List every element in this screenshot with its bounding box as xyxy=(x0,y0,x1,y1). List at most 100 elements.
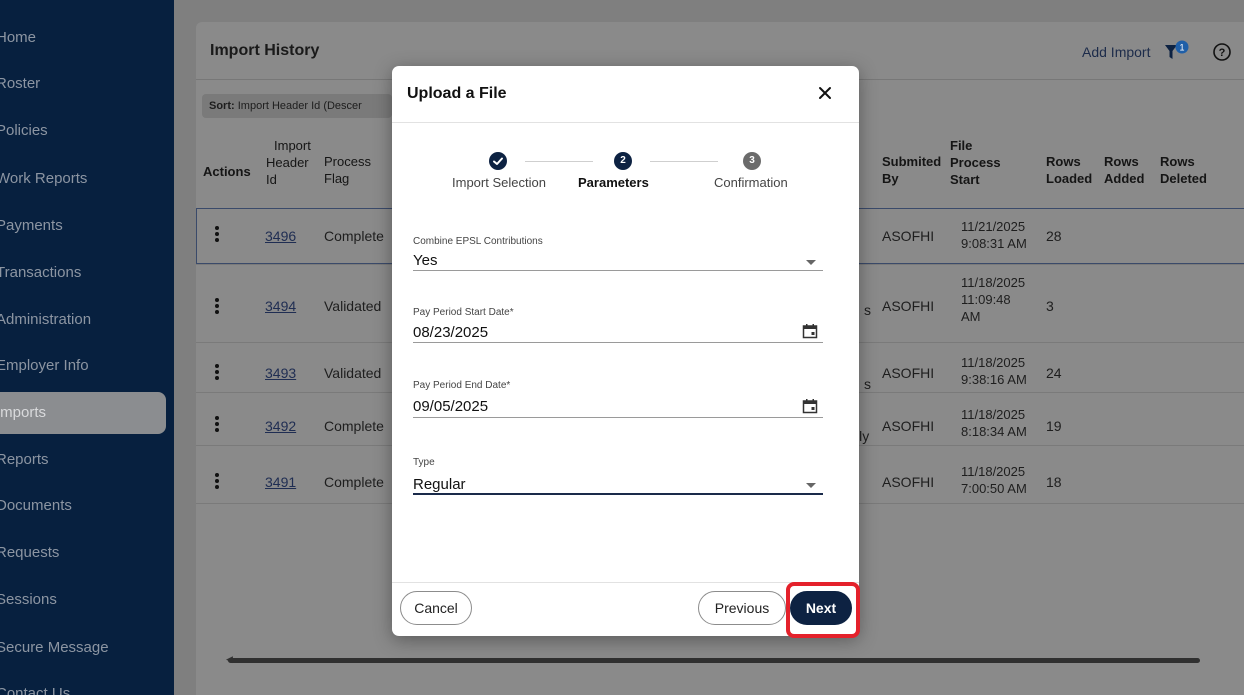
file-process-start: 11/18/2025 11:09:48 AM xyxy=(961,274,1025,325)
import-id-link[interactable]: 3493 xyxy=(265,365,296,382)
sidebar-item-requests[interactable]: Requests xyxy=(0,533,166,573)
header-text: Process xyxy=(324,154,371,169)
cell-text: 11/18/2025 xyxy=(961,275,1026,290)
header-text: Import xyxy=(274,138,311,153)
field-underline xyxy=(413,270,823,271)
sidebar-item-administration[interactable]: Administration xyxy=(0,300,166,340)
close-icon[interactable] xyxy=(814,82,836,104)
sidebar-item-sessions[interactable]: Sessions xyxy=(0,580,166,620)
step-2-indicator: 2 xyxy=(614,152,632,170)
sidebar-item-contact-us[interactable]: Contact Us xyxy=(0,674,166,695)
step-3-indicator: 3 xyxy=(743,152,761,170)
calendar-icon[interactable] xyxy=(802,323,818,339)
col-rows-loaded[interactable]: Rows Loaded xyxy=(1046,153,1092,187)
stepper-connector xyxy=(650,161,718,162)
sidebar-item-work-reports[interactable]: Work Reports xyxy=(0,159,166,199)
sidebar-item-policies[interactable]: Policies xyxy=(0,111,166,151)
start-date-input[interactable]: 08/23/2025 xyxy=(413,324,488,341)
sidebar-item-reports[interactable]: Reports xyxy=(0,440,166,480)
import-id-link[interactable]: 3491 xyxy=(265,474,296,491)
header-text: Rows xyxy=(1104,154,1139,169)
col-submitted-by[interactable]: Submited By xyxy=(882,153,941,187)
sidebar-item-home[interactable]: Home xyxy=(0,18,166,58)
start-date-label: Pay Period Start Date* xyxy=(413,307,514,318)
sidebar-item-employer-info[interactable]: Employer Info xyxy=(0,346,166,386)
next-button-highlight xyxy=(786,582,860,638)
sidebar-item-label: Transactions xyxy=(0,264,82,281)
sort-value: Import Header Id (Descer xyxy=(237,100,362,112)
divider xyxy=(392,122,859,123)
chevron-down-icon[interactable] xyxy=(806,260,816,265)
combine-epsl-select[interactable]: Yes xyxy=(413,252,437,269)
row-actions-menu-icon[interactable] xyxy=(215,226,219,244)
rows-loaded: 24 xyxy=(1046,365,1062,381)
field-underline xyxy=(413,417,823,418)
sidebar-item-label: Roster xyxy=(0,75,41,92)
import-id-link[interactable]: 3494 xyxy=(265,298,296,315)
cancel-button[interactable]: Cancel xyxy=(400,591,472,625)
file-process-start: 11/18/2025 8:18:34 AM xyxy=(961,406,1027,440)
import-id-link[interactable]: 3496 xyxy=(265,228,296,245)
sidebar-item-roster[interactable]: Roster xyxy=(0,64,166,104)
header-text: Loaded xyxy=(1046,171,1093,186)
chevron-down-icon[interactable] xyxy=(806,483,816,488)
add-import-link[interactable]: Add Import xyxy=(1082,44,1150,60)
sidebar-item-label: Secure Message xyxy=(0,639,109,656)
rows-loaded: 18 xyxy=(1046,474,1062,490)
field-underline xyxy=(413,493,823,495)
row-actions-menu-icon[interactable] xyxy=(215,364,219,382)
cell-text: 7:00:50 AM xyxy=(961,481,1027,496)
sidebar-item-payments[interactable]: Payments xyxy=(0,206,166,246)
process-flag: Complete xyxy=(324,228,384,244)
sidebar-item-label: Sessions xyxy=(0,591,57,608)
sidebar-item-secure-message[interactable]: Secure Message xyxy=(0,628,166,668)
cell-text: 9:38:16 AM xyxy=(961,372,1027,387)
filter-icon[interactable]: 1 xyxy=(1164,40,1190,64)
col-import-header-id[interactable]: Import Header Id xyxy=(266,137,311,188)
row-actions-menu-icon[interactable] xyxy=(215,298,219,316)
page-title: Import History xyxy=(210,42,320,59)
header-text: Added xyxy=(1104,171,1145,186)
sidebar-item-documents[interactable]: Documents xyxy=(0,486,166,526)
file-process-start: 11/18/2025 7:00:50 AM xyxy=(961,463,1027,497)
col-process-flag[interactable]: Process Flag xyxy=(324,153,371,187)
header-text: File xyxy=(950,138,973,153)
sidebar-item-label: Home xyxy=(0,29,37,46)
step-3-label: Confirmation xyxy=(714,175,788,190)
cell-text: 9:08:31 AM xyxy=(961,236,1027,251)
sort-chip[interactable]: Sort: Import Header Id (Descer xyxy=(202,94,392,118)
upload-file-dialog: Upload a File 2 3 Import Selection Param… xyxy=(392,66,859,636)
type-label: Type xyxy=(413,457,435,468)
row-actions-menu-icon[interactable] xyxy=(215,416,219,434)
sidebar-item-label: Administration xyxy=(0,311,92,328)
cell-text: 11/18/2025 xyxy=(961,407,1026,422)
col-rows-added[interactable]: Rows Added xyxy=(1104,153,1144,187)
import-id-link[interactable]: 3492 xyxy=(265,418,296,435)
file-process-start: 11/21/2025 9:08:31 AM xyxy=(961,218,1027,252)
process-flag: Complete xyxy=(324,418,384,434)
sidebar-item-label: Work Reports xyxy=(0,170,88,187)
sidebar-item-transactions[interactable]: Transactions xyxy=(0,253,166,293)
col-actions: Actions xyxy=(203,164,251,179)
dialog-title: Upload a File xyxy=(407,85,507,102)
end-date-input[interactable]: 09/05/2025 xyxy=(413,398,488,415)
sidebar-item-label: Documents xyxy=(0,497,72,514)
previous-button[interactable]: Previous xyxy=(698,591,786,625)
partial-cell-text: s xyxy=(864,302,871,318)
sidebar-item-imports[interactable]: Imports xyxy=(0,392,166,434)
cell-text: 11/21/2025 xyxy=(961,219,1026,234)
header-text: Flag xyxy=(324,171,350,186)
stepper-connector xyxy=(525,161,593,162)
col-rows-deleted[interactable]: Rows Deleted xyxy=(1160,153,1207,187)
row-actions-menu-icon[interactable] xyxy=(215,473,219,491)
header-text: By xyxy=(882,171,899,186)
step-1-check-icon xyxy=(489,152,507,170)
cell-text: 8:18:34 AM xyxy=(961,424,1027,439)
step-2-label: Parameters xyxy=(578,175,649,190)
help-icon[interactable]: ? xyxy=(1212,42,1232,62)
rows-loaded: 19 xyxy=(1046,418,1062,434)
calendar-icon[interactable] xyxy=(802,398,818,414)
col-file-process-start[interactable]: File Process Start xyxy=(950,137,1001,188)
type-select[interactable]: Regular xyxy=(413,476,466,493)
horizontal-scrollbar[interactable] xyxy=(228,658,1200,663)
